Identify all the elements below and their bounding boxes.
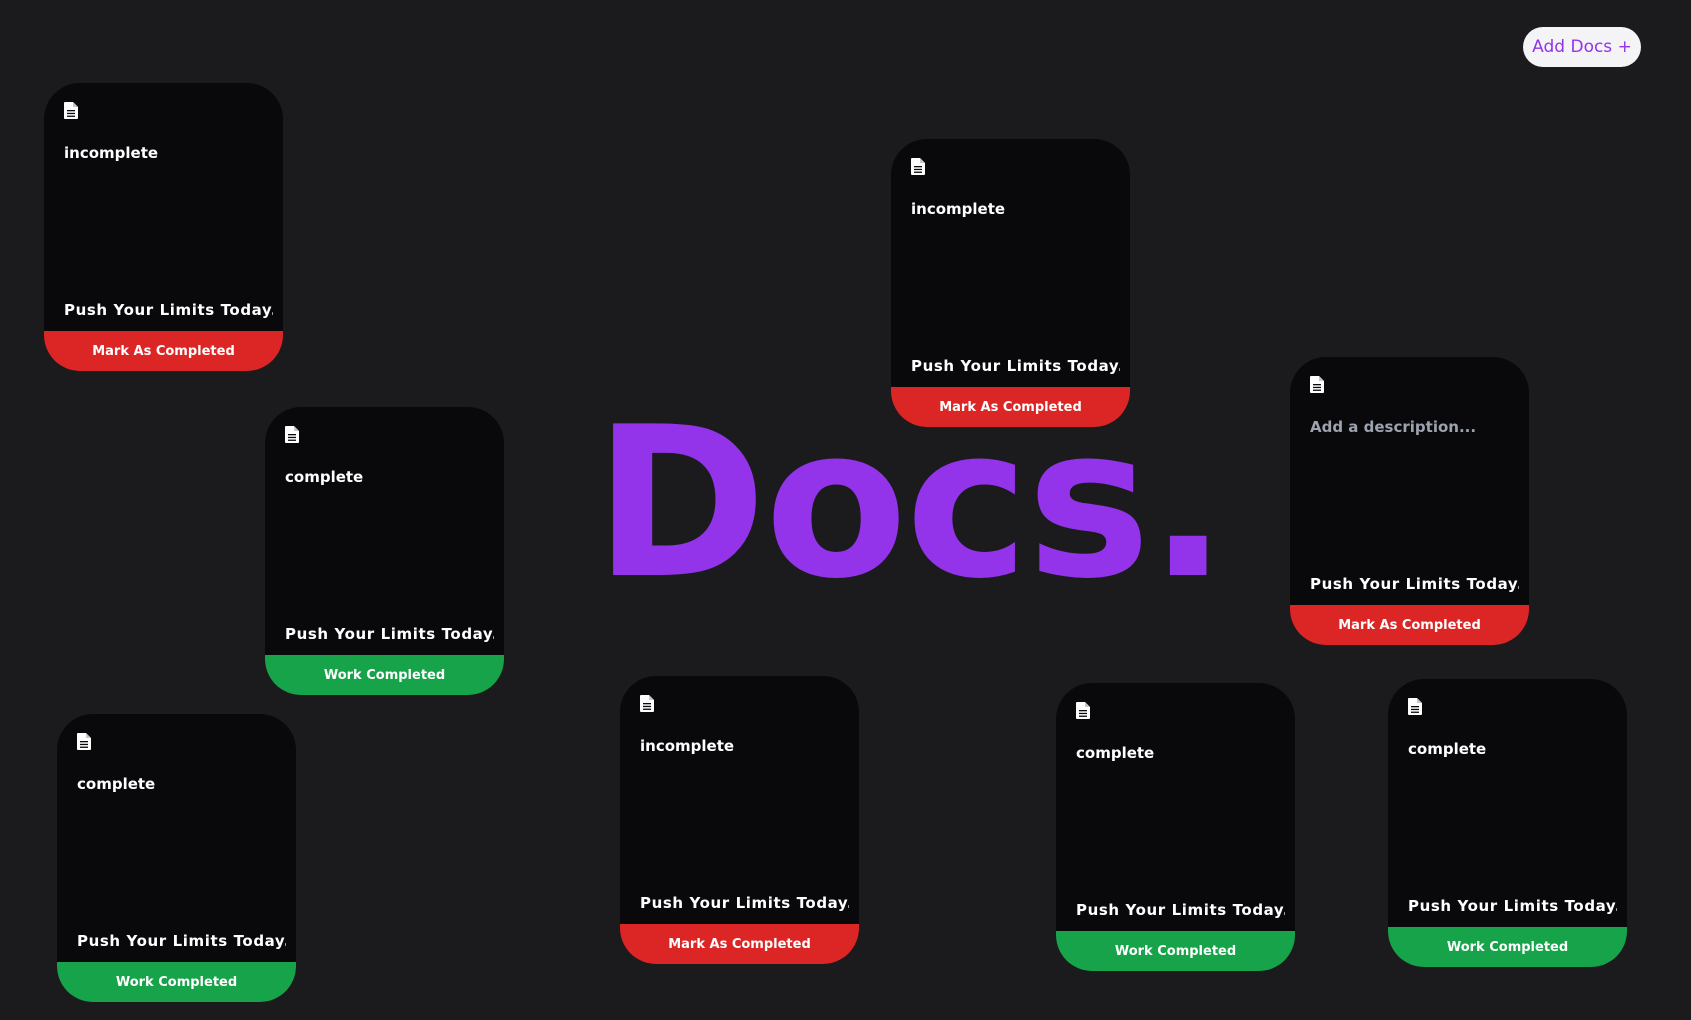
work-completed-button[interactable]: Work Completed — [1056, 931, 1295, 971]
doc-card[interactable]: incomplete Push Your Limits Today... Mar… — [620, 676, 859, 964]
doc-description[interactable]: complete — [285, 468, 488, 486]
doc-title: Push Your Limits Today... — [1076, 901, 1285, 919]
doc-card[interactable]: complete Push Your Limits Today... Work … — [1388, 679, 1627, 967]
doc-title: Push Your Limits Today... — [1408, 897, 1617, 915]
document-icon — [64, 102, 78, 119]
document-icon — [77, 733, 91, 750]
description-placeholder[interactable]: Add a description... — [1310, 418, 1513, 436]
document-icon — [285, 426, 299, 443]
document-icon — [640, 695, 654, 712]
doc-description[interactable]: incomplete — [640, 737, 843, 755]
mark-as-completed-button[interactable]: Mark As Completed — [1290, 605, 1529, 645]
document-icon — [1310, 376, 1324, 393]
doc-card[interactable]: complete Push Your Limits Today... Work … — [57, 714, 296, 1002]
doc-title: Push Your Limits Today... — [64, 301, 273, 319]
mark-as-completed-button[interactable]: Mark As Completed — [620, 924, 859, 964]
doc-card[interactable]: incomplete Push Your Limits Today... Mar… — [44, 83, 283, 371]
docs-board: Docs. Add Docs + incomplete Push Your Li… — [0, 0, 1691, 1020]
doc-card[interactable]: complete Push Your Limits Today... Work … — [1056, 683, 1295, 971]
add-docs-button[interactable]: Add Docs + — [1523, 27, 1641, 67]
work-completed-button[interactable]: Work Completed — [57, 962, 296, 1002]
doc-card[interactable]: incomplete Push Your Limits Today... Mar… — [891, 139, 1130, 427]
doc-title: Push Your Limits Today... — [911, 357, 1120, 375]
doc-description[interactable]: incomplete — [64, 144, 267, 162]
doc-description[interactable]: incomplete — [911, 200, 1114, 218]
work-completed-button[interactable]: Work Completed — [265, 655, 504, 695]
doc-description[interactable]: complete — [77, 775, 280, 793]
work-completed-button[interactable]: Work Completed — [1388, 927, 1627, 967]
doc-description[interactable]: complete — [1076, 744, 1279, 762]
document-icon — [1076, 702, 1090, 719]
doc-title: Push Your Limits Today... — [77, 932, 286, 950]
doc-card[interactable]: Add a description... Push Your Limits To… — [1290, 357, 1529, 645]
document-icon — [1408, 698, 1422, 715]
doc-description[interactable]: complete — [1408, 740, 1611, 758]
mark-as-completed-button[interactable]: Mark As Completed — [44, 331, 283, 371]
doc-title: Push Your Limits Today... — [1310, 575, 1519, 593]
doc-card[interactable]: complete Push Your Limits Today... Work … — [265, 407, 504, 695]
mark-as-completed-button[interactable]: Mark As Completed — [891, 387, 1130, 427]
doc-title: Push Your Limits Today... — [285, 625, 494, 643]
doc-title: Push Your Limits Today... — [640, 894, 849, 912]
docs-watermark: Docs. — [594, 383, 1228, 625]
document-icon — [911, 158, 925, 175]
